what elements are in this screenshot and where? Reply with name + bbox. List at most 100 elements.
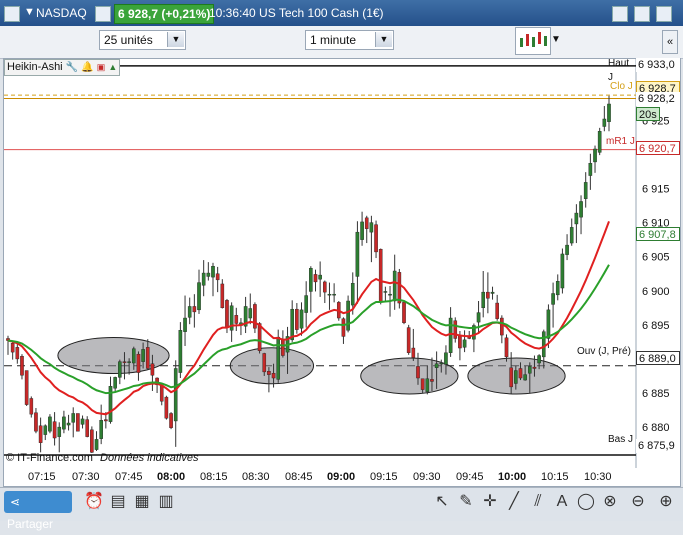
move-up-icon[interactable]: ▲ [108, 62, 117, 72]
menu-icon[interactable] [4, 6, 20, 22]
candle-body [532, 366, 537, 369]
bas-label: Bas J [608, 434, 634, 445]
window-icon[interactable] [95, 6, 111, 22]
candle-body [85, 419, 90, 437]
candle-body [537, 355, 541, 364]
candle-body [80, 418, 85, 425]
candle-body [406, 327, 411, 353]
chart-type-icon[interactable] [515, 27, 551, 55]
chart-style-icon[interactable]: ▤ [108, 492, 128, 512]
alarm-clock-icon[interactable]: ⏰ [84, 492, 104, 512]
y-tick-label: 6 915 [642, 184, 670, 196]
candle-body [574, 212, 579, 225]
pen-icon[interactable]: ✎ [456, 492, 476, 512]
panel-collapse-icon[interactable]: « [662, 30, 678, 54]
remove-icon[interactable]: ▣ [97, 62, 106, 72]
shapes-tool-icon[interactable]: ◯ [576, 492, 596, 512]
chevron-down-icon[interactable]: ▼ [167, 32, 184, 47]
share-button[interactable]: ⋖ Partager [4, 491, 72, 531]
candle-body [267, 371, 271, 375]
chart-type-chevron-icon[interactable]: ▼ [551, 30, 563, 50]
chart-area[interactable]: 6 9256 9156 9106 9056 9006 8956 8856 880 [3, 58, 681, 469]
candle-body [527, 366, 532, 374]
candle-body [187, 306, 192, 318]
candle-body [430, 379, 434, 382]
candle-body [48, 416, 52, 432]
candle-body [164, 396, 169, 419]
x-tick-label: 07:15 [28, 471, 56, 483]
maximize-icon[interactable] [634, 6, 650, 22]
candle-body [453, 320, 458, 339]
candle-body [569, 227, 574, 244]
candle-body [374, 224, 378, 253]
bell-icon[interactable]: 🔔 [81, 62, 93, 73]
candle-body [225, 300, 229, 328]
x-tick-label: 07:30 [72, 471, 100, 483]
candle-body [546, 309, 551, 339]
candle-body [271, 373, 276, 379]
candle-body [304, 295, 308, 313]
candle-body [518, 368, 523, 379]
candle-body [10, 343, 15, 353]
candle-body [392, 270, 397, 302]
candle-body [281, 339, 285, 356]
channel-tool-icon[interactable]: ⫽ [528, 492, 548, 512]
candle-body [99, 420, 103, 439]
minimize-icon[interactable] [612, 6, 628, 22]
crosshair-icon[interactable]: ✛ [480, 492, 500, 512]
candle-body [565, 244, 569, 255]
dropdown-arrow-icon[interactable]: ▼ [24, 6, 35, 18]
indicator-label[interactable]: Heikin-Ashi 🔧 🔔 ▣ ▲ [4, 59, 121, 76]
zoom-in-icon[interactable]: ⊕ [656, 492, 676, 512]
candle-body [597, 131, 602, 153]
x-tick-label: 09:15 [370, 471, 398, 483]
candle-body [355, 231, 360, 277]
indicators-icon[interactable]: ▥ [156, 492, 176, 512]
candle-body [118, 361, 122, 378]
x-tick-label: 10:15 [541, 471, 569, 483]
candle-body [150, 363, 155, 376]
zoom-out-icon[interactable]: ⊖ [628, 492, 648, 512]
cursor-icon[interactable]: ↖ [432, 492, 452, 512]
candle-body [201, 272, 206, 286]
candle-body [318, 274, 322, 280]
candle-body [388, 293, 392, 296]
candle-body [579, 201, 583, 218]
drawing-tools-icon[interactable]: ▦ [132, 492, 152, 512]
interval-select[interactable]: 1 minute ▼ [305, 30, 394, 50]
title-bar: ▼ NASDAQ 6 928,7 (+0,21%) 10:36:40 US Te… [0, 0, 683, 26]
data-source-note: © IT-Finance.com Données indicatives [6, 452, 198, 464]
candle-body [504, 337, 509, 358]
top-price-label: 6 933,0 [636, 58, 680, 72]
candle-body [192, 306, 197, 313]
price-chart[interactable]: 6 9256 9156 9106 9056 9006 8956 8856 880 [4, 59, 680, 468]
candle-body [411, 347, 416, 358]
wrench-icon[interactable]: 🔧 [66, 62, 78, 73]
candle-body [178, 330, 183, 373]
candle-body [262, 353, 267, 373]
candle-body [253, 304, 257, 329]
chevron-down-icon[interactable]: ▼ [375, 32, 392, 47]
candle-body [486, 291, 490, 299]
units-select[interactable]: 25 unités ▼ [99, 30, 186, 50]
ma-price-label: 6 907,8 [636, 227, 680, 241]
candle-body [588, 163, 593, 176]
delete-icon[interactable]: ⊗ [600, 492, 620, 512]
candle-body [43, 425, 48, 435]
price-badge: 6 928,7 (+0,21%) [114, 4, 215, 24]
candle-body [159, 385, 164, 402]
text-tool-icon[interactable]: A [552, 492, 572, 512]
indicator-name: Heikin-Ashi [7, 61, 63, 73]
close-icon[interactable] [656, 6, 672, 22]
candle-body [248, 308, 253, 319]
candle-body [341, 318, 346, 337]
candle-body [62, 416, 66, 430]
candle-body [295, 308, 299, 330]
candle-body [309, 268, 313, 292]
pattern-ellipse [360, 357, 459, 395]
market-name: NASDAQ [36, 6, 87, 20]
candle-body [206, 272, 211, 277]
y-tick-label: 6 895 [642, 320, 670, 332]
candle-body [416, 366, 420, 379]
line-tool-icon[interactable]: ╱ [504, 492, 524, 512]
